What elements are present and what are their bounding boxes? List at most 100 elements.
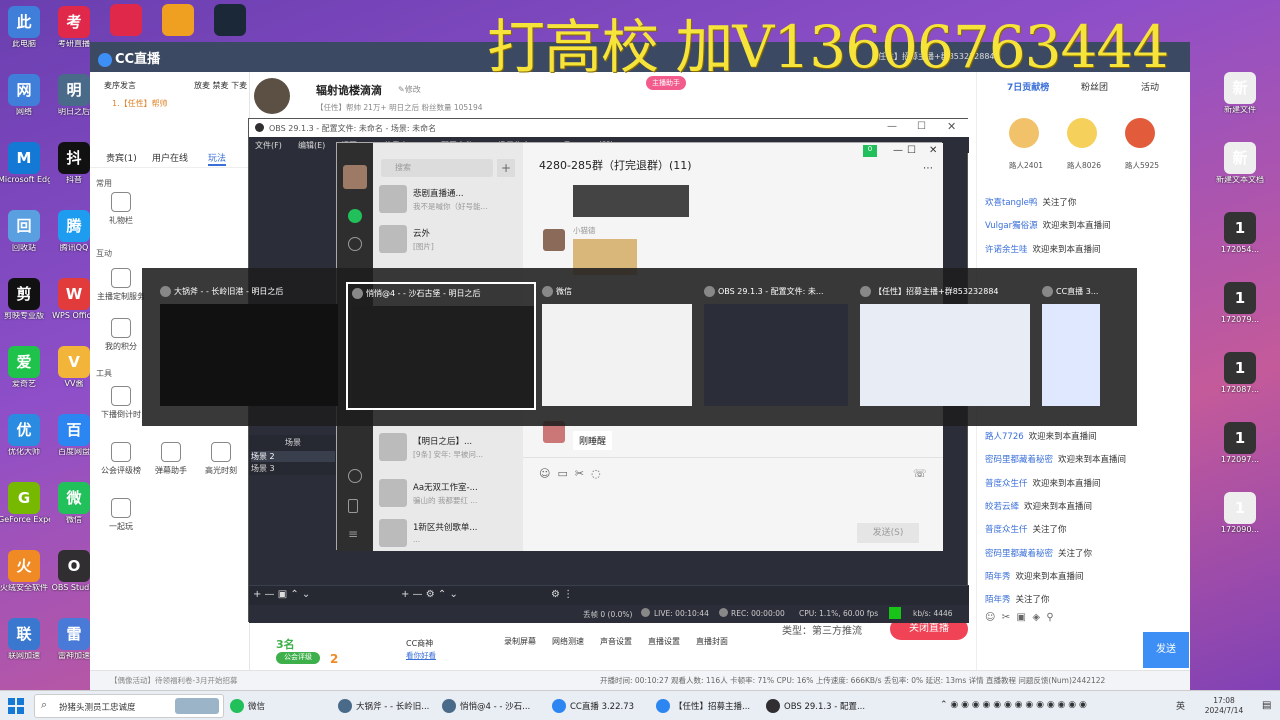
gift-icon[interactable]: ◈	[1032, 612, 1040, 623]
scissors-icon[interactable]: ✂	[1002, 612, 1010, 623]
desktop-icon[interactable]: 1 172079...	[1214, 282, 1266, 325]
phone-icon[interactable]	[348, 499, 358, 513]
close-icon[interactable]: ✕	[947, 120, 956, 133]
taskbar-app[interactable]: 悄悄@4 - - 沙石...	[442, 695, 530, 717]
bottom-action-button[interactable]: 直播设置	[648, 636, 680, 647]
desktop-icon[interactable]: 剪剪映专业版	[0, 278, 50, 321]
scene-item[interactable]: 场景 3	[251, 463, 275, 474]
cc-sub[interactable]: 看你好看	[406, 650, 436, 661]
contact-item[interactable]: 云外 [图片]	[377, 221, 519, 259]
switcher-window[interactable]: CC直播 3...	[1038, 282, 1104, 410]
windows-start-icon[interactable]	[8, 698, 24, 714]
chat-user[interactable]: 普度众生仟	[985, 525, 1028, 535]
desktop-icon[interactable]	[100, 4, 152, 38]
tool-button[interactable]: 公会评级榜	[96, 442, 146, 476]
desktop-icon[interactable]: 1 172097...	[1214, 422, 1266, 465]
desktop-icon[interactable]	[152, 4, 204, 38]
tool-button[interactable]: 高光时刻	[196, 442, 246, 476]
chat-user[interactable]: 密码里都藏着秘密	[985, 455, 1053, 465]
contact-item[interactable]: 1新区共创歌单......	[377, 515, 519, 553]
chat-user[interactable]: Vulgar獨俗源	[985, 221, 1038, 231]
chat-icon[interactable]	[348, 209, 362, 223]
send-button[interactable]: 发送	[1143, 632, 1189, 668]
bottom-action-button[interactable]: 录制屏幕	[504, 636, 536, 647]
taskbar-app[interactable]: CC直播 3.22.73	[552, 695, 634, 717]
clock[interactable]: 17:08 2024/7/14	[1196, 696, 1252, 716]
tab-play[interactable]: 玩法	[208, 151, 227, 166]
ime-indicator[interactable]: 英	[1176, 699, 1185, 712]
desktop-icon[interactable]: 此此电脑	[0, 6, 50, 49]
desktop-icon[interactable]: 火火绒安全软件	[0, 550, 50, 593]
maximize-icon[interactable]: ☐	[917, 121, 926, 132]
add-icon[interactable]: + — ▣ ⌃ ⌄	[253, 589, 310, 600]
bottom-action-button[interactable]: 网络测速	[552, 636, 584, 647]
avatar[interactable]	[343, 165, 367, 189]
minimize-icon[interactable]: —	[887, 121, 897, 132]
tool-button[interactable]: 弹幕助手	[146, 442, 196, 476]
more-icon[interactable]: ⋯	[923, 163, 933, 174]
desktop-icon[interactable]: M Microsoft Edge	[0, 142, 50, 185]
search-input[interactable]: 搜索	[381, 159, 493, 177]
minimize-icon[interactable]: —	[893, 145, 903, 156]
chat-user[interactable]: 皎若云縴	[985, 502, 1019, 512]
tab-vip[interactable]: 贵宾(1)	[106, 151, 137, 164]
notification-icon[interactable]: ▤	[1262, 700, 1271, 711]
chat-user[interactable]: 陌年秀	[985, 595, 1011, 605]
desktop-icon[interactable]	[204, 4, 256, 38]
contact-item[interactable]: Aa无双工作室-... 骗山的 我都要红 ...	[377, 475, 519, 513]
image-icon[interactable]: ▣	[1017, 612, 1026, 623]
phone-icon[interactable]: ☏	[913, 467, 927, 480]
desktop-icon[interactable]: 新新建文本文档	[1214, 142, 1266, 185]
scene-item[interactable]: 场景 2	[251, 451, 335, 462]
wechat-send-button[interactable]: 发送(S)	[857, 523, 919, 543]
moments-icon[interactable]	[348, 469, 362, 483]
switcher-window[interactable]: OBS 29.1.3 - 配置文件: 未...	[700, 282, 852, 410]
chat-user[interactable]: 普度众生仟	[985, 479, 1028, 489]
maximize-icon[interactable]: ☐	[907, 145, 916, 156]
fan-avatar[interactable]	[1125, 118, 1155, 148]
emoji-icon[interactable]: ☺	[539, 467, 550, 480]
emoji-icon[interactable]: ☺	[985, 612, 995, 623]
notice-bar[interactable]: 【偶像活动】待领福利卷-3月开始招募	[110, 675, 237, 686]
edit-button[interactable]: ✎修改	[398, 84, 421, 95]
add-icon[interactable]: + — ⚙ ⌃ ⌄	[401, 589, 458, 600]
contact-item[interactable]: 【明日之后】... [9条] 安年: 早被问...	[377, 429, 519, 467]
desktop-icon[interactable]: 新新建文件	[1214, 72, 1266, 115]
chat-image[interactable]	[573, 185, 689, 217]
taskbar-app[interactable]: 大锅斧 - - 长岭旧...	[338, 695, 429, 717]
tray-icons[interactable]: ⌃ ◉ ◉ ◉ ◉ ◉ ◉ ◉ ◉ ◉ ◉ ◉ ◉ ◉	[940, 700, 1087, 710]
chat-user[interactable]: 陌年秀	[985, 572, 1011, 582]
order-actions[interactable]: 放麦 禁麦 下麦	[194, 80, 247, 91]
tool-button[interactable]: 一起玩	[96, 498, 146, 532]
tool-button[interactable]: 礼物栏	[96, 192, 146, 226]
fan-avatar[interactable]	[1009, 118, 1039, 148]
switcher-window[interactable]: 微信	[538, 282, 696, 410]
contacts-icon[interactable]	[348, 237, 362, 251]
tool-button[interactable]: 下播倒计时	[96, 386, 146, 420]
fan-avatar[interactable]	[1067, 118, 1097, 148]
chat-bubble-icon[interactable]: ◌	[591, 467, 601, 480]
taskbar-app[interactable]: OBS 29.1.3 - 配置...	[766, 695, 865, 717]
tool-button[interactable]: 主播定制服务	[96, 268, 146, 302]
desktop-icon[interactable]: 1 172054...	[1214, 212, 1266, 255]
desktop-icon[interactable]: 爱爱奇艺	[0, 346, 50, 389]
taskbar-app[interactable]: 【任性】招募主播...	[656, 695, 750, 717]
chat-user[interactable]: 路人7726	[985, 432, 1024, 442]
contact-item[interactable]: 悲剧直播通... 我不是喊你（好号能...	[377, 181, 519, 219]
bottom-action-button[interactable]: 声音设置	[600, 636, 632, 647]
chat-user[interactable]: 密码里都藏着秘密	[985, 549, 1053, 559]
add-icon[interactable]: +	[497, 159, 515, 177]
switcher-window[interactable]: 【任性】招募主播+群853232884	[856, 282, 1034, 410]
pin-icon[interactable]: ⚲	[1046, 612, 1053, 623]
streamer-avatar[interactable]	[254, 78, 290, 114]
menu-icon[interactable]: ≡	[348, 527, 358, 541]
switcher-window[interactable]: 大锅斧 - - 长岭旧港 - 明日之后	[156, 282, 342, 410]
close-icon[interactable]: ✕	[929, 145, 937, 156]
desktop-icon[interactable]: 1 172090...	[1214, 492, 1266, 535]
desktop-icon[interactable]: 联联网加速	[0, 618, 50, 661]
desktop-icon[interactable]: 网网络	[0, 74, 50, 117]
chat-user[interactable]: 许诺余生哇	[985, 245, 1028, 255]
tool-button[interactable]: 我的积分	[96, 318, 146, 352]
chat-user[interactable]: 欢喜tangle鸭	[985, 198, 1037, 208]
obs-title-bar[interactable]: OBS 29.1.3 - 配置文件: 未命名 - 场景: 未命名 — ☐ ✕	[249, 119, 969, 137]
